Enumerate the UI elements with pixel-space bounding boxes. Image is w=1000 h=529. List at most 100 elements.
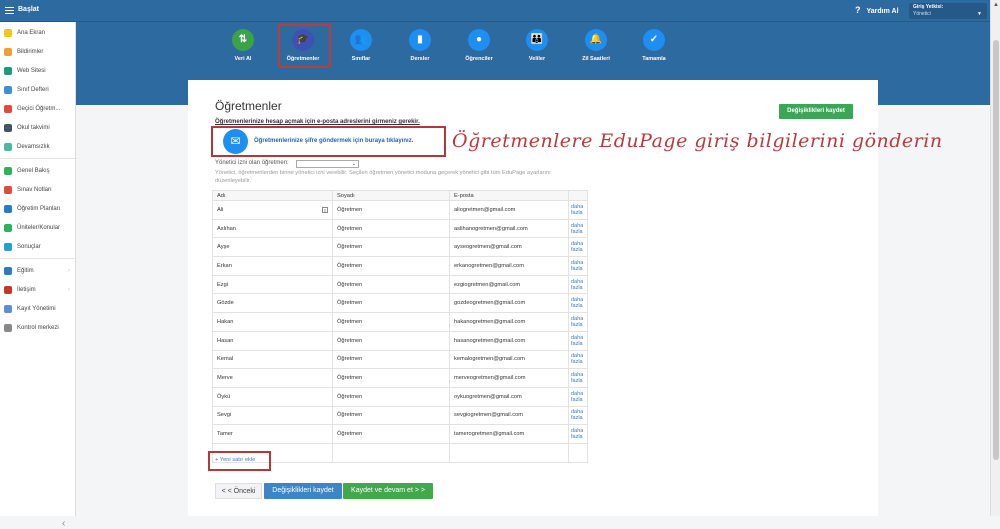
- more-link[interactable]: daha fazla: [568, 330, 588, 351]
- wizard-step[interactable]: 👪 Veliler: [507, 29, 567, 62]
- sidebar-item[interactable]: Sınıf Defteri: [0, 80, 75, 99]
- email-cell[interactable]: hasanogretmen@gmail.com: [449, 330, 569, 351]
- sidebar-item[interactable]: Okul takvimi: [0, 118, 75, 137]
- email-cell[interactable]: ezgiogretmen@gmail.com: [449, 274, 569, 295]
- last-name-cell[interactable]: Öğretmen: [332, 293, 450, 314]
- app-title[interactable]: Başlat: [18, 6, 39, 13]
- more-link[interactable]: daha fazla: [568, 424, 588, 444]
- previous-button[interactable]: < < Önceki: [215, 483, 262, 499]
- last-name-cell[interactable]: Öğretmen: [332, 256, 450, 276]
- hamburger-menu-icon[interactable]: [5, 7, 14, 14]
- scrollbar-thumb[interactable]: [993, 40, 999, 460]
- sidebar-item[interactable]: Genel Bakış: [0, 161, 75, 180]
- first-name: Ali: [217, 206, 224, 213]
- empty-cell[interactable]: [332, 442, 450, 463]
- first-name-cell[interactable]: Öykü: [212, 386, 333, 407]
- note-icon[interactable]: ≡: [322, 206, 328, 213]
- sidebar-item[interactable]: Ana Ekran: [0, 23, 75, 42]
- envelope-icon[interactable]: ✉: [223, 129, 248, 154]
- sidebar-divider: [0, 158, 75, 159]
- first-name-cell[interactable]: Aslıhan: [212, 218, 333, 239]
- more-link[interactable]: daha fazla: [568, 312, 588, 332]
- sidebar-item[interactable]: Kontrol merkezi: [0, 318, 75, 337]
- empty-cell[interactable]: [449, 442, 569, 463]
- more-link[interactable]: daha fazla: [568, 349, 588, 370]
- more-link[interactable]: daha fazla: [568, 218, 588, 239]
- help-button[interactable]: ? Yardım Al: [855, 5, 899, 15]
- email-cell[interactable]: erkanogretmen@gmail.com: [449, 256, 569, 276]
- save-changes-button[interactable]: Değişiklikleri kaydet: [264, 483, 342, 499]
- more-link[interactable]: daha fazla: [568, 274, 588, 295]
- wizard-step[interactable]: ● Öğrenciler: [449, 29, 509, 62]
- email-cell[interactable]: gozdeogretmen@gmail.com: [449, 293, 569, 314]
- email-cell[interactable]: sevgiogretmen@gmail.com: [449, 405, 569, 426]
- first-name-cell[interactable]: Tamer: [212, 424, 333, 444]
- more-link[interactable]: daha fazla: [568, 368, 588, 388]
- last-name-cell[interactable]: Öğretmen: [332, 218, 450, 239]
- more-link[interactable]: daha fazla: [568, 256, 588, 276]
- wizard-step[interactable]: ▮ Dersler: [390, 29, 450, 62]
- scrollbar[interactable]: ▲: [990, 0, 1000, 516]
- add-new-row-link[interactable]: + Yeni satır ekle: [215, 457, 255, 463]
- sidebar-item[interactable]: Eğitim ›: [0, 261, 75, 280]
- sidebar-item-label: Ana Ekran: [17, 29, 46, 36]
- email-cell[interactable]: merveogretmen@gmail.com: [449, 368, 569, 388]
- wizard-step[interactable]: ⇅ Veri Al: [213, 29, 273, 62]
- sidebar-item[interactable]: Kayıt Yönetimi: [0, 299, 75, 318]
- sidebar-item-label: Sonuçlar: [17, 243, 41, 250]
- save-changes-button-top[interactable]: Değişiklikleri kaydet: [779, 104, 853, 119]
- sidebar-item[interactable]: İletişim ›: [0, 280, 75, 299]
- sidebar-item[interactable]: Web Sitesi: [0, 61, 75, 80]
- last-name-cell[interactable]: Öğretmen: [332, 368, 450, 388]
- more-link-label: fazla: [571, 396, 583, 403]
- role-select[interactable]: Giriş Yetkisi: Yönetici ▼: [909, 3, 987, 19]
- more-link[interactable]: daha fazla: [568, 386, 588, 407]
- first-name-cell[interactable]: Kemal: [212, 349, 333, 370]
- more-link[interactable]: daha fazla: [568, 293, 588, 314]
- more-link[interactable]: daha fazla: [568, 237, 588, 258]
- first-name-cell[interactable]: Sevgi: [212, 405, 333, 426]
- sidebar-item[interactable]: Sınav Notları: [0, 180, 75, 199]
- send-password-link[interactable]: Öğretmenlerinize şifre göndermek için bu…: [254, 138, 413, 144]
- first-name-cell[interactable]: Hasan: [212, 330, 333, 351]
- sidebar-item[interactable]: Geçici Öğretm...: [0, 99, 75, 118]
- more-link[interactable]: daha fazla: [568, 405, 588, 426]
- sidebar-item[interactable]: Sonuçlar: [0, 237, 75, 256]
- first-name-cell[interactable]: Merve: [212, 368, 333, 388]
- email-cell[interactable]: oykuogretmen@gmail.com: [449, 386, 569, 407]
- first-name-cell[interactable]: Hakan: [212, 312, 333, 332]
- first-name-cell[interactable]: ≡ Ali: [212, 200, 333, 220]
- last-name-cell[interactable]: Öğretmen: [332, 200, 450, 220]
- last-name-cell[interactable]: Öğretmen: [332, 424, 450, 444]
- sidebar-item[interactable]: Bildirimler: [0, 42, 75, 61]
- last-name-cell[interactable]: Öğretmen: [332, 274, 450, 295]
- first-name-cell[interactable]: Erkan: [212, 256, 333, 276]
- first-name-cell[interactable]: Gözde: [212, 293, 333, 314]
- email-cell[interactable]: hakanogretmen@gmail.com: [449, 312, 569, 332]
- email-cell[interactable]: aliogretmen@gmail.com: [449, 200, 569, 220]
- wizard-step[interactable]: 👥 Sınıflar: [331, 29, 391, 62]
- save-and-continue-button[interactable]: Kaydet ve devam et > >: [343, 483, 433, 499]
- email-cell[interactable]: tamerogretmen@gmail.com: [449, 424, 569, 444]
- email-cell[interactable]: aslihanogretmen@gmail.com: [449, 218, 569, 239]
- last-name-cell[interactable]: Öğretmen: [332, 386, 450, 407]
- last-name-cell[interactable]: Öğretmen: [332, 312, 450, 332]
- first-name-cell[interactable]: Ayşe: [212, 237, 333, 258]
- last-name-cell[interactable]: Öğretmen: [332, 405, 450, 426]
- last-name-cell[interactable]: Öğretmen: [332, 330, 450, 351]
- email-cell[interactable]: ayseogretmen@gmail.com: [449, 237, 569, 258]
- scroll-up-icon[interactable]: ▲: [993, 2, 999, 8]
- sidebar-item[interactable]: Öğretim Planları: [0, 199, 75, 218]
- last-name-cell[interactable]: Öğretmen: [332, 237, 450, 258]
- sidebar-item[interactable]: Üniteler/Konular: [0, 218, 75, 237]
- wizard-step[interactable]: 🔔 Zil Saatleri: [566, 29, 626, 62]
- email-cell[interactable]: kemalogretmen@gmail.com: [449, 349, 569, 370]
- sidebar-item[interactable]: Devamsızlık: [0, 137, 75, 156]
- more-link[interactable]: daha fazla: [568, 200, 588, 220]
- last-name-cell[interactable]: Öğretmen: [332, 349, 450, 370]
- more-link-label: fazla: [571, 378, 583, 385]
- wizard-step[interactable]: ✓ Tamamla: [624, 29, 684, 62]
- first-name-cell[interactable]: Ezgi: [212, 274, 333, 295]
- admin-teacher-select[interactable]: ⌄: [296, 160, 359, 168]
- collapse-sidebar-icon[interactable]: ‹: [62, 518, 65, 529]
